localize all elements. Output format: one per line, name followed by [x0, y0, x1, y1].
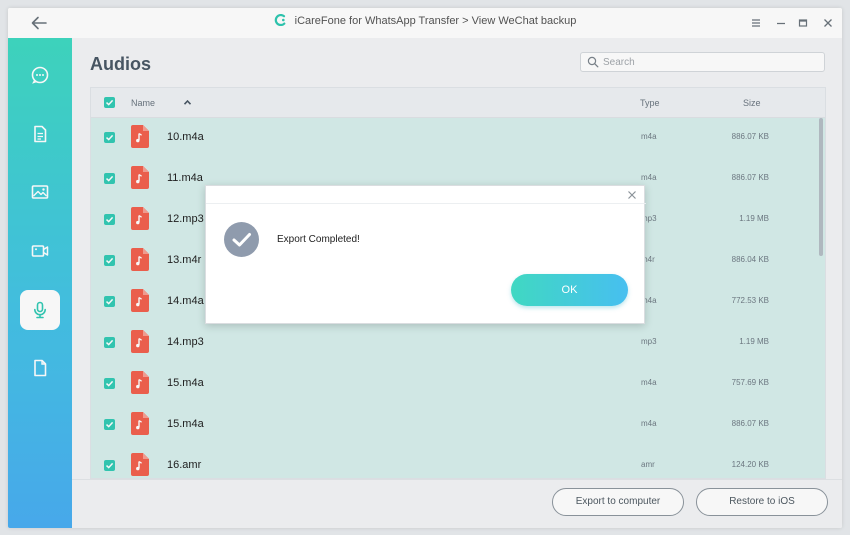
- dialog-message: Export Completed!: [277, 234, 360, 245]
- export-completed-dialog: Export Completed! OK: [205, 185, 646, 324]
- close-icon[interactable]: [627, 190, 637, 200]
- success-check-icon: [224, 222, 259, 257]
- dialog-header: [206, 186, 646, 204]
- ok-button[interactable]: OK: [511, 274, 628, 306]
